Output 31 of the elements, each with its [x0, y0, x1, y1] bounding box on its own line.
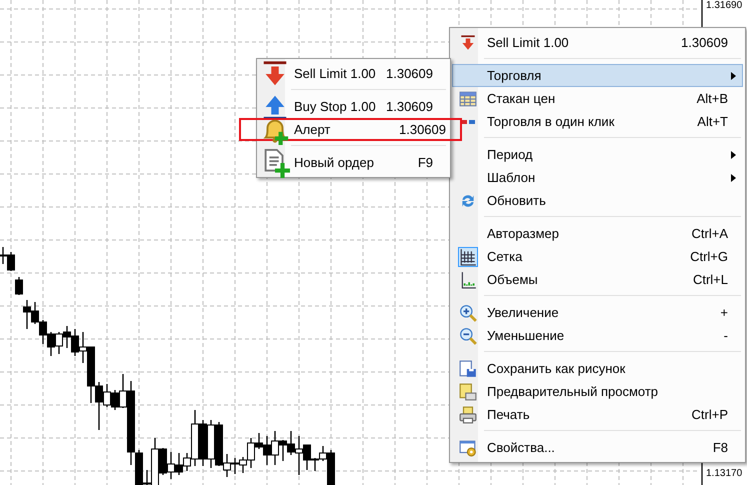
- menu-item[interactable]: Стакан цен Alt+B: [452, 87, 743, 110]
- table-icon: [459, 90, 477, 108]
- menu-item[interactable]: Уменьшение -: [452, 324, 743, 347]
- menu-item[interactable]: Свойства... F8: [452, 436, 743, 459]
- menu-item[interactable]: Печать Ctrl+P: [452, 403, 743, 426]
- save-image-icon: [459, 360, 477, 378]
- price-label: 1.31690: [706, 0, 742, 11]
- printer-icon: [459, 406, 477, 424]
- menu-item[interactable]: Шаблон: [452, 166, 743, 189]
- menu-item[interactable]: Авторазмер Ctrl+A: [452, 222, 743, 245]
- menu-item[interactable]: Объемы Ctrl+L: [452, 268, 743, 291]
- zoom-out-icon: [459, 326, 477, 344]
- menu-item[interactable]: Sell Limit 1.00 1.30609: [259, 62, 448, 85]
- two-bars-icon: [461, 120, 475, 124]
- volume-bars-icon: [459, 270, 477, 288]
- menu-item[interactable]: Период: [452, 143, 743, 166]
- menu-item[interactable]: Торговля: [452, 64, 743, 87]
- price-label: 1.13170: [706, 468, 742, 479]
- menu-item[interactable]: Buy Stop 1.00 1.30609: [259, 95, 448, 118]
- candlestick: [15, 277, 23, 295]
- menu-item[interactable]: Sell Limit 1.00 1.30609: [452, 31, 743, 54]
- down-arrow-icon: [459, 34, 477, 52]
- properties-icon: [459, 438, 477, 456]
- menu-item[interactable]: Увеличение +: [452, 301, 743, 324]
- zoom-in-icon: [459, 304, 477, 322]
- menu-item[interactable]: Сетка Ctrl+G: [452, 245, 743, 268]
- print-preview-icon: [459, 382, 477, 400]
- menu-item[interactable]: Предварительный просмотр: [452, 380, 743, 403]
- menu-item[interactable]: Сохранить как рисунок: [452, 357, 743, 380]
- menu-item[interactable]: Обновить: [452, 189, 743, 212]
- menu-item[interactable]: Новый ордер F9: [259, 151, 448, 174]
